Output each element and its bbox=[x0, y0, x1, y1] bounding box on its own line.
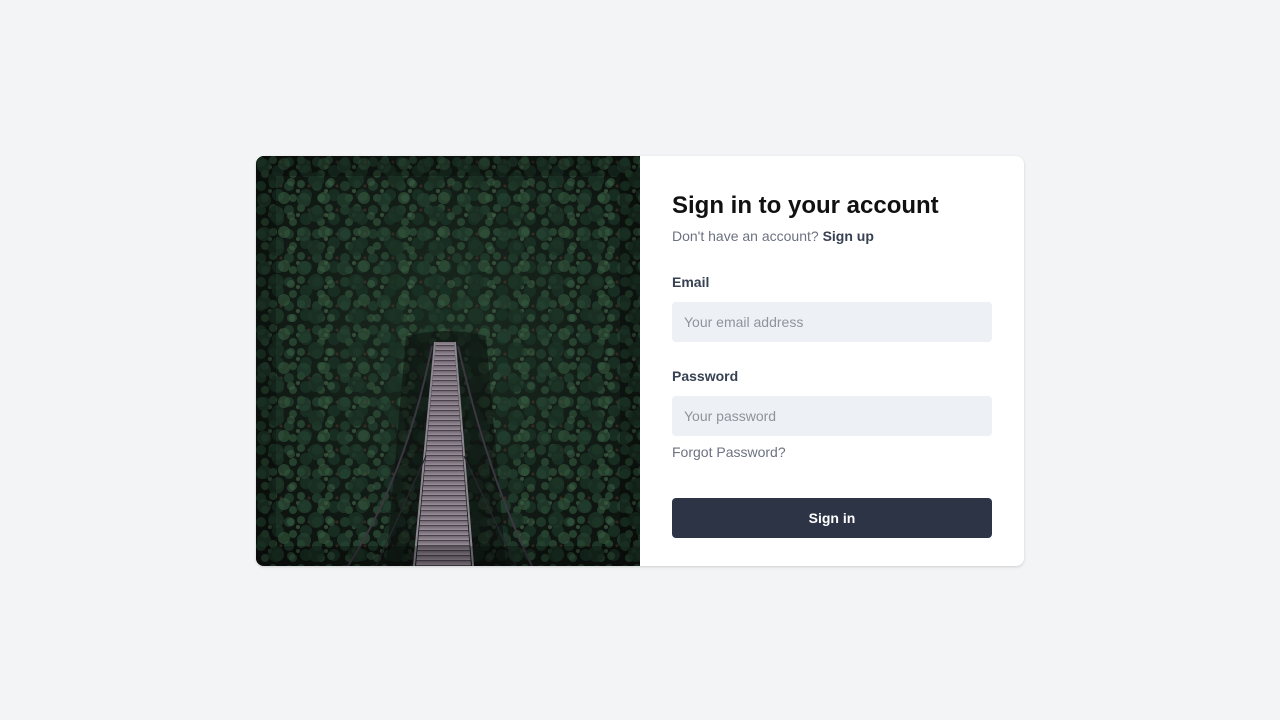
page-title: Sign in to your account bbox=[672, 192, 939, 219]
signup-prompt-line: Don't have an account? Sign up bbox=[672, 228, 992, 244]
signup-prompt-text: Don't have an account? bbox=[672, 228, 819, 244]
forgot-password-link[interactable]: Forgot Password? bbox=[672, 444, 786, 460]
email-field[interactable] bbox=[672, 302, 992, 342]
email-label: Email bbox=[672, 274, 710, 290]
password-label: Password bbox=[672, 368, 739, 384]
forest-bridge-illustration bbox=[256, 156, 640, 566]
login-form-panel: Sign in to your account Don't have an ac… bbox=[640, 156, 1024, 566]
password-field[interactable] bbox=[672, 396, 992, 436]
sign-in-button[interactable]: Sign in bbox=[672, 498, 992, 538]
signup-link[interactable]: Sign up bbox=[823, 228, 874, 244]
login-card: Sign in to your account Don't have an ac… bbox=[256, 156, 1024, 566]
forest-bridge-photo bbox=[256, 156, 640, 566]
